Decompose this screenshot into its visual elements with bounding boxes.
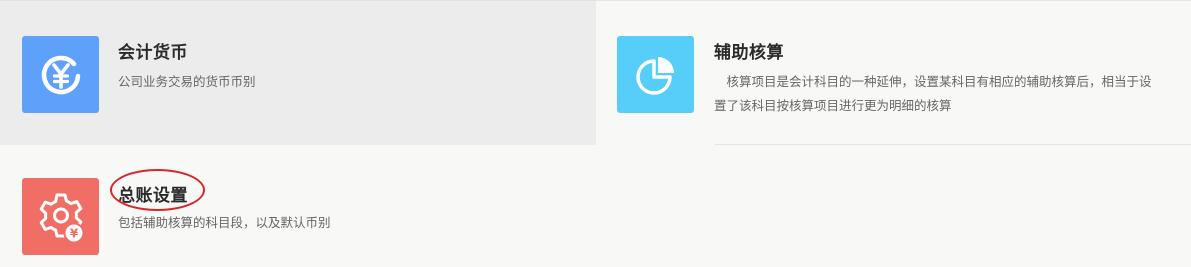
svg-text:¥: ¥ [69, 226, 78, 240]
card-description: 公司业务交易的货币币别 [118, 74, 256, 89]
card-description: 包括辅助核算的科目段，以及默认币别 [118, 215, 331, 230]
red-circle-annotation [110, 169, 205, 211]
card-description: 核算项目是会计科目的一种延伸，设置某科目有相应的辅助核算后，相当于设置了该科目按… [714, 74, 1152, 113]
card-general-ledger-settings[interactable]: ¥ 总账设置 包括辅助核算的科目段，以及默认币别 [0, 145, 1191, 267]
ledger-icon-tile: ¥ [22, 178, 99, 255]
aux-icon-tile [617, 36, 694, 113]
card-accounting-currency[interactable]: 会计货币 公司业务交易的货币币别 [0, 0, 596, 145]
currency-icon-tile [22, 36, 99, 113]
gear-yen-icon: ¥ [39, 193, 84, 243]
yen-circle-icon [41, 55, 80, 94]
card-title[interactable]: 会计货币 [118, 38, 188, 63]
pie-chart-icon [635, 56, 674, 95]
card-auxiliary-accounting[interactable]: 辅助核算 核算项目是会计科目的一种延伸，设置某科目有相应的辅助核算后，相当于设置… [596, 0, 1191, 145]
card-title[interactable]: 辅助核算 [714, 38, 784, 63]
